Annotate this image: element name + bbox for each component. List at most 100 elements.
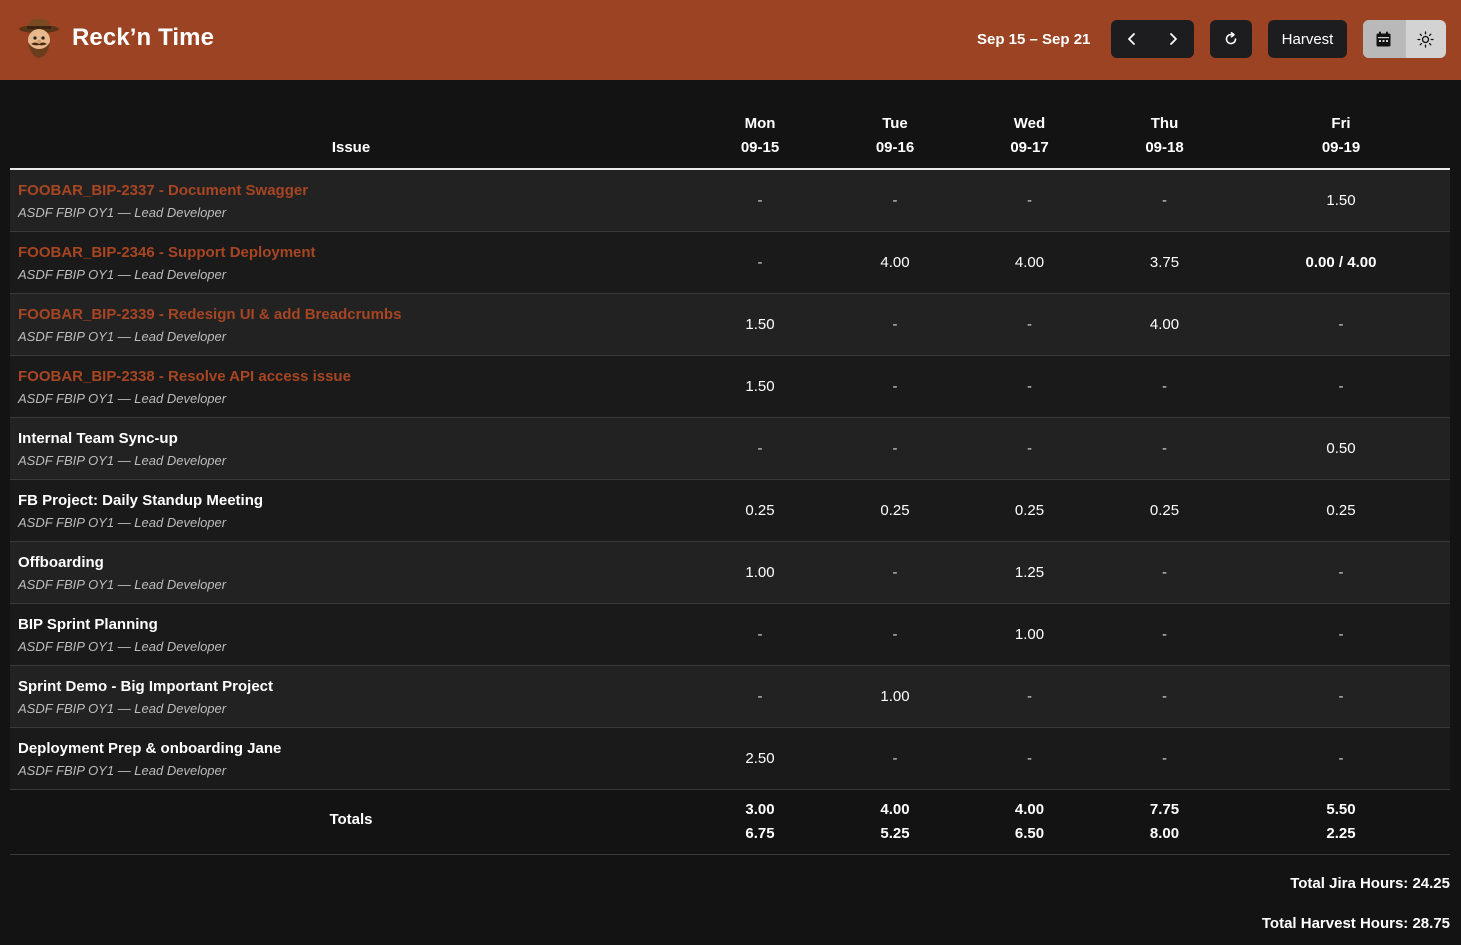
hours-cell: - xyxy=(892,378,898,395)
hours-cell: 0.25 xyxy=(1014,502,1045,519)
table-row: FOOBAR_BIP-2338 - Resolve API access iss… xyxy=(10,356,1450,418)
hours-cell: - xyxy=(892,316,898,333)
issue-subtitle: ASDF FBIP OY1 — Lead Developer xyxy=(18,639,227,654)
hours-cell: - xyxy=(1338,688,1344,705)
harvest-total: 6.50 xyxy=(1014,825,1045,842)
day-date: 09-18 xyxy=(1145,139,1184,156)
calendar-icon xyxy=(1376,31,1391,46)
issue-link[interactable]: FOOBAR_BIP-2346 - Support Deployment xyxy=(18,244,316,261)
day-header-mon: Mon 09-15 xyxy=(692,112,828,160)
day-header-thu: Thu 09-18 xyxy=(1097,112,1232,160)
hours-cell: - xyxy=(892,626,898,643)
hours-cell: - xyxy=(1162,626,1167,643)
logo-icon xyxy=(16,16,62,62)
issue-title: BIP Sprint Planning xyxy=(18,616,158,633)
harvest-total: 5.25 xyxy=(880,825,910,842)
hours-cell: - xyxy=(1027,316,1032,333)
table-row: FB Project: Daily Standup Meeting ASDF F… xyxy=(10,480,1450,542)
hours-cell: 1.25 xyxy=(1014,564,1045,581)
table-row: FOOBAR_BIP-2337 - Document Swagger ASDF … xyxy=(10,170,1450,232)
hours-cell: - xyxy=(1027,378,1032,395)
hours-cell: - xyxy=(1162,688,1167,705)
hours-cell: 0.25 xyxy=(1149,502,1180,519)
issue-subtitle: ASDF FBIP OY1 — Lead Developer xyxy=(18,515,227,530)
jira-total: 7.75 xyxy=(1149,801,1180,818)
day-name: Mon xyxy=(744,115,776,132)
table-row: BIP Sprint Planning ASDF FBIP OY1 — Lead… xyxy=(10,604,1450,666)
issue-subtitle: ASDF FBIP OY1 — Lead Developer xyxy=(18,267,227,282)
hours-cell: 2.50 xyxy=(745,750,775,767)
hours-cell: 0.25 xyxy=(1326,502,1356,519)
table-row: Sprint Demo - Big Important Project ASDF… xyxy=(10,666,1450,728)
app-title: Reck’n Time xyxy=(72,24,215,51)
jira-total: 5.50 xyxy=(1326,801,1356,818)
jira-total: 4.00 xyxy=(1014,801,1045,818)
hours-cell: - xyxy=(1338,316,1344,333)
total-harvest-hours: Total Harvest Hours: 28.75 xyxy=(1261,915,1450,932)
jira-total: 4.00 xyxy=(880,801,910,818)
hours-cell: - xyxy=(757,440,763,457)
hours-cell: 0.50 xyxy=(1326,440,1356,457)
refresh-button[interactable] xyxy=(1210,20,1252,58)
prev-week-button[interactable] xyxy=(1112,20,1153,58)
timesheet-table: Issue Mon 09-15 Tue 09-16 Wed 09-17 Thu … xyxy=(10,100,1450,855)
hours-cell: - xyxy=(892,750,898,767)
chevron-right-icon xyxy=(1170,33,1177,45)
hours-cell: 1.50 xyxy=(745,378,775,395)
hours-cell: 1.00 xyxy=(880,688,910,705)
issue-subtitle: ASDF FBIP OY1 — Lead Developer xyxy=(18,577,227,592)
total-cell-thu: 7.75 8.00 xyxy=(1097,798,1232,846)
table-row: Internal Team Sync-up ASDF FBIP OY1 — Le… xyxy=(10,418,1450,480)
total-cell-tue: 4.00 5.25 xyxy=(828,798,962,846)
issue-subtitle: ASDF FBIP OY1 — Lead Developer xyxy=(18,763,227,778)
hours-cell: 1.00 xyxy=(1014,626,1045,643)
day-date: 09-16 xyxy=(875,139,915,156)
refresh-icon xyxy=(1225,31,1237,45)
total-cell-fri: 5.50 2.25 xyxy=(1232,798,1450,846)
hours-cell: 1.50 xyxy=(745,316,775,333)
harvest-button[interactable]: Harvest xyxy=(1268,20,1347,58)
hours-cell: 1.50 xyxy=(1326,192,1356,209)
issue-link[interactable]: FOOBAR_BIP-2339 - Redesign UI & add Brea… xyxy=(18,306,401,323)
harvest-total: 2.25 xyxy=(1326,825,1356,842)
hours-cell: 1.00 xyxy=(745,564,775,581)
day-name: Tue xyxy=(882,115,908,132)
table-row: Offboarding ASDF FBIP OY1 — Lead Develop… xyxy=(10,542,1450,604)
day-header-tue: Tue 09-16 xyxy=(828,112,962,160)
hours-cell: - xyxy=(1027,688,1032,705)
hours-cell: - xyxy=(1027,440,1032,457)
issue-link[interactable]: FOOBAR_BIP-2338 - Resolve API access iss… xyxy=(18,368,351,385)
issue-subtitle: ASDF FBIP OY1 — Lead Developer xyxy=(18,391,227,406)
total-cell-mon: 3.00 6.75 xyxy=(692,798,828,846)
jira-total: 3.00 xyxy=(745,801,775,818)
view-toggle-group xyxy=(1363,20,1446,58)
issue-subtitle: ASDF FBIP OY1 — Lead Developer xyxy=(18,701,227,716)
hours-cell: - xyxy=(1338,750,1344,767)
calendar-view-button[interactable] xyxy=(1363,20,1405,58)
hours-cell: - xyxy=(1162,750,1167,767)
day-header-wed: Wed 09-17 xyxy=(962,112,1097,160)
day-date: 09-19 xyxy=(1321,139,1361,156)
issue-title: Sprint Demo - Big Important Project xyxy=(18,678,274,695)
hours-cell: - xyxy=(1162,378,1167,395)
hours-cell: - xyxy=(1338,626,1344,643)
next-week-button[interactable] xyxy=(1153,20,1194,58)
hours-cell: - xyxy=(892,564,898,581)
theme-toggle-button[interactable] xyxy=(1404,20,1447,58)
harvest-total: 8.00 xyxy=(1149,825,1180,842)
hours-cell: 0.25 xyxy=(880,502,910,519)
hours-cell: - xyxy=(1027,192,1032,209)
hours-cell: - xyxy=(757,192,763,209)
hours-cell: - xyxy=(757,626,763,643)
issue-title: FB Project: Daily Standup Meeting xyxy=(18,492,264,509)
table-row: Deployment Prep & onboarding Jane ASDF F… xyxy=(10,728,1450,790)
issue-title: Internal Team Sync-up xyxy=(18,430,178,447)
hours-cell: - xyxy=(1162,192,1167,209)
issue-subtitle: ASDF FBIP OY1 — Lead Developer xyxy=(18,329,227,344)
issue-link[interactable]: FOOBAR_BIP-2337 - Document Swagger xyxy=(18,182,308,199)
sun-icon xyxy=(1417,30,1434,48)
hours-cell: - xyxy=(1338,378,1344,395)
app-header: Reck’n Time Sep 15 – Sep 21 Harvest xyxy=(0,0,1461,80)
hours-cell-mismatch: 0.00 / 4.00 xyxy=(1305,254,1377,271)
hours-cell: - xyxy=(892,192,898,209)
